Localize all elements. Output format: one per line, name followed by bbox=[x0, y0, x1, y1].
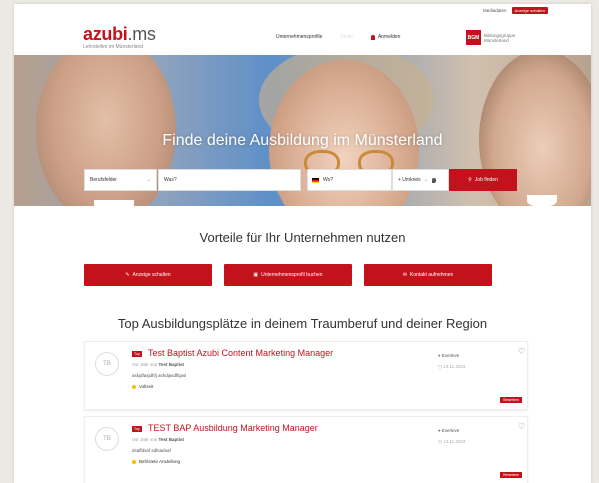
company-name[interactable]: Test Baptist bbox=[159, 437, 184, 442]
job-location: ⌖ Everleve bbox=[438, 353, 460, 358]
job-date-label: 13.11.2023 bbox=[443, 439, 466, 444]
posted-prefix: Vor Jahr von bbox=[132, 362, 158, 367]
main-nav: Unternehmensprofile Stelle Anmelden bbox=[276, 34, 400, 40]
partner-text: Bildungsgruppe Münsterland bbox=[484, 33, 515, 43]
benefits-section: Vorteile für Ihr Unternehmen nutzen bbox=[14, 230, 591, 245]
top-badge: Top bbox=[132, 426, 142, 432]
login-label: Anmelden bbox=[377, 34, 401, 40]
chevron-down-icon: ⌄ bbox=[423, 177, 428, 183]
category-select[interactable]: Berufsfelder ⌄ bbox=[84, 169, 157, 191]
building-icon: ▣ bbox=[253, 272, 259, 278]
partner-line-2: Münsterland bbox=[484, 37, 509, 43]
radius-select[interactable]: + Umkreis ⌄ bbox=[392, 169, 449, 191]
heart-icon[interactable]: ♡ bbox=[518, 347, 525, 356]
job-location: ⌖ Everleve bbox=[438, 428, 460, 433]
job-search-form: Berufsfelder ⌄ Was? Wo? + Umkreis ⌄ ⚲ Jo… bbox=[84, 169, 517, 191]
browser-page: Mediadaten Anzeige schalten azubi.ms Leh… bbox=[14, 4, 591, 483]
book-company-profile-button[interactable]: ▣ Unternehmensprofil buchen bbox=[224, 264, 352, 286]
where-input[interactable]: Wo? bbox=[307, 169, 392, 191]
user-icon bbox=[370, 34, 375, 40]
job-snippet: dsaffdsaf sdfsadsaf bbox=[132, 448, 171, 453]
login-link[interactable]: Anmelden bbox=[370, 34, 401, 40]
contact-button[interactable]: ✉ Kontakt aufnehmen bbox=[364, 264, 492, 286]
job-title[interactable]: Test Baptist Azubi Content Marketing Man… bbox=[148, 348, 333, 358]
company-monogram: TB bbox=[95, 352, 119, 376]
top-utility-bar: Mediadaten Anzeige schalten bbox=[14, 4, 591, 17]
what-placeholder: Was? bbox=[164, 177, 177, 183]
job-date: ◷ 13.11.2023 bbox=[438, 439, 466, 444]
job-card[interactable]: TB Top TEST BAP Ausbildung Marketing Man… bbox=[84, 416, 528, 483]
radius-label: + Umkreis bbox=[398, 177, 421, 183]
benefits-heading: Vorteile für Ihr Unternehmen nutzen bbox=[199, 230, 406, 245]
chevron-down-icon: ⌄ bbox=[146, 177, 151, 183]
job-date: ◷ 13.11.2023 bbox=[438, 364, 466, 369]
category-placeholder: Berufsfelder bbox=[90, 177, 117, 183]
nav-hidden-item[interactable]: Stelle bbox=[340, 34, 353, 40]
job-type-dot-icon bbox=[132, 459, 136, 464]
posted-prefix: Vor Jahr von bbox=[132, 437, 158, 442]
partner-logo[interactable]: BGM Bildungsgruppe Münsterland bbox=[466, 30, 515, 45]
job-card[interactable]: TB Top Test Baptist Azubi Content Market… bbox=[84, 341, 528, 410]
job-meta: ⌖ Everleve ◷ 13.11.2023 bbox=[438, 350, 465, 372]
job-location-label: Everleve bbox=[441, 428, 460, 433]
edit-icon: ✎ bbox=[125, 272, 130, 278]
what-input[interactable]: Was? bbox=[158, 169, 301, 191]
find-job-label: Job finden bbox=[474, 177, 498, 183]
post-ad-top-button[interactable]: Anzeige schalten bbox=[511, 7, 548, 14]
smile-right bbox=[527, 195, 557, 206]
job-snippet: askjdfasjdhfj ashdjasdfkjasl bbox=[132, 373, 187, 378]
job-title[interactable]: TEST BAP Ausbildung Marketing Manager bbox=[148, 423, 318, 433]
post-ad-label: Anzeige schalten bbox=[132, 272, 171, 278]
apply-button[interactable]: Bewerben bbox=[500, 397, 522, 403]
find-job-button[interactable]: ⚲ Job finden bbox=[449, 169, 517, 191]
germany-flag-icon bbox=[312, 177, 319, 183]
company-monogram: TB bbox=[95, 427, 119, 451]
job-posted-by: Vor Jahr von Test Baptist bbox=[132, 437, 184, 442]
where-placeholder: Wo? bbox=[323, 177, 334, 183]
top-jobs-heading: Top Ausbildungsplätze in deinem Traumber… bbox=[117, 316, 488, 331]
job-meta: ⌖ Everleve ◷ 13.11.2023 bbox=[438, 425, 465, 447]
apply-button[interactable]: Bewerben bbox=[500, 472, 522, 478]
location-pin-icon bbox=[431, 177, 436, 183]
smile-left bbox=[94, 200, 134, 206]
book-profile-label: Unternehmensprofil buchen bbox=[261, 272, 323, 278]
search-icon: ⚲ bbox=[468, 177, 472, 183]
logo-tld: .ms bbox=[127, 24, 156, 44]
benefits-cta-row: ✎ Anzeige schalten ▣ Unternehmensprofil … bbox=[84, 264, 492, 286]
job-type: Befristete Anstellung bbox=[132, 459, 180, 464]
job-date-label: 13.11.2023 bbox=[443, 364, 466, 369]
post-ad-button[interactable]: ✎ Anzeige schalten bbox=[84, 264, 212, 286]
top-badge: Top bbox=[132, 351, 142, 357]
job-posted-by: Vor Jahr von Test Baptist bbox=[132, 362, 184, 367]
job-type-label: Vollzeit bbox=[139, 384, 154, 389]
hero-title: Finde deine Ausbildung im Münsterland bbox=[162, 132, 443, 149]
partner-mark: BGM bbox=[466, 30, 481, 45]
site-logo[interactable]: azubi.ms Lehrstellen im Münsterland bbox=[83, 24, 156, 50]
heart-icon[interactable]: ♡ bbox=[518, 422, 525, 431]
contact-label: Kontakt aufnehmen bbox=[409, 272, 454, 278]
chat-icon: ✉ bbox=[402, 272, 407, 278]
partner-line-1: Bildungsgruppe bbox=[484, 32, 516, 38]
job-location-label: Everleve bbox=[441, 353, 460, 358]
job-type-label: Befristete Anstellung bbox=[139, 459, 181, 464]
job-type: Vollzeit bbox=[132, 384, 153, 389]
media-data-link[interactable]: Mediadaten bbox=[483, 8, 507, 13]
nav-company-profiles[interactable]: Unternehmensprofile bbox=[276, 34, 322, 40]
hero-banner: Finde deine Ausbildung im Münsterland Be… bbox=[14, 55, 591, 206]
logo-brand: azubi bbox=[83, 24, 128, 44]
company-name[interactable]: Test Baptist bbox=[159, 362, 184, 367]
job-type-dot-icon bbox=[132, 384, 136, 389]
